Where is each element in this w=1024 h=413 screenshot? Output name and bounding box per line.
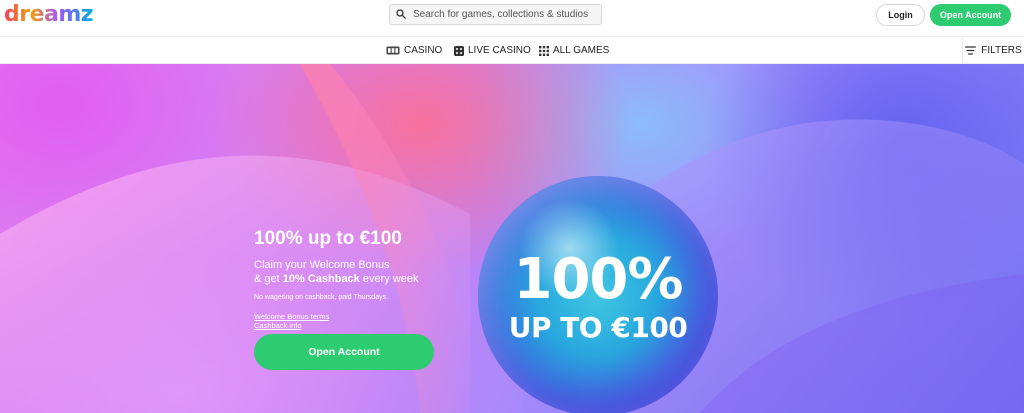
promo-cashback-highlight: 10% Cashback [282, 273, 360, 285]
hero-open-account-button[interactable]: Open Account [254, 334, 434, 370]
nav-all-games[interactable]: ALL GAMES [539, 37, 609, 64]
open-account-button[interactable]: Open Account [930, 4, 1011, 26]
promo-line-2-suffix: every week [359, 273, 419, 285]
search-icon [396, 6, 406, 24]
filter-lines-icon [965, 46, 977, 55]
grid-icon [539, 45, 549, 56]
dice-icon [454, 45, 464, 56]
nav-live-casino-label: LIVE CASINO [468, 45, 531, 56]
dreamz-logo[interactable]: dreamz [4, 2, 94, 28]
nav-all-games-label: ALL GAMES [553, 45, 610, 56]
banner-big-percent: 100% [513, 247, 683, 312]
promo-line-1: Claim your Welcome Bonus [254, 259, 390, 271]
nav-casino[interactable]: CASINO [386, 37, 442, 64]
filters-label: FILTERS [981, 45, 1022, 56]
cashback-info-link[interactable]: Cashback info [254, 321, 454, 330]
banner-big-amount: UP TO €100 [508, 311, 688, 344]
promo-line-2-prefix: & get [254, 273, 283, 285]
search-input[interactable] [413, 9, 593, 20]
promo-note: No wagering on cashback, paid Thursdays. [254, 294, 389, 301]
search-bar[interactable] [389, 4, 602, 25]
slot-machine-icon [386, 46, 400, 55]
login-button[interactable]: Login [876, 4, 925, 26]
hero-banner: 100% UP TO €100 100% up to €100 Claim yo… [0, 64, 1024, 413]
category-nav: CASINO LIVE CASINO ALL GAMES FILTERS [0, 36, 1024, 64]
top-header: dreamz Login Open Account [0, 0, 1024, 36]
promo-links: Welcome Bonus terms Cashback info [254, 312, 454, 330]
nav-casino-label: CASINO [404, 45, 443, 56]
promo-block: 100% up to €100 Claim your Welcome Bonus… [254, 228, 454, 330]
nav-live-casino[interactable]: LIVE CASINO [454, 37, 531, 64]
filters-button[interactable]: FILTERS [962, 37, 1024, 64]
promo-description: Claim your Welcome Bonus & get 10% Cashb… [254, 258, 454, 286]
welcome-bonus-terms-link[interactable]: Welcome Bonus terms [254, 312, 454, 321]
promo-title: 100% up to €100 [254, 228, 402, 249]
promo-line-2: & get 10% Cashback every week [254, 272, 454, 286]
